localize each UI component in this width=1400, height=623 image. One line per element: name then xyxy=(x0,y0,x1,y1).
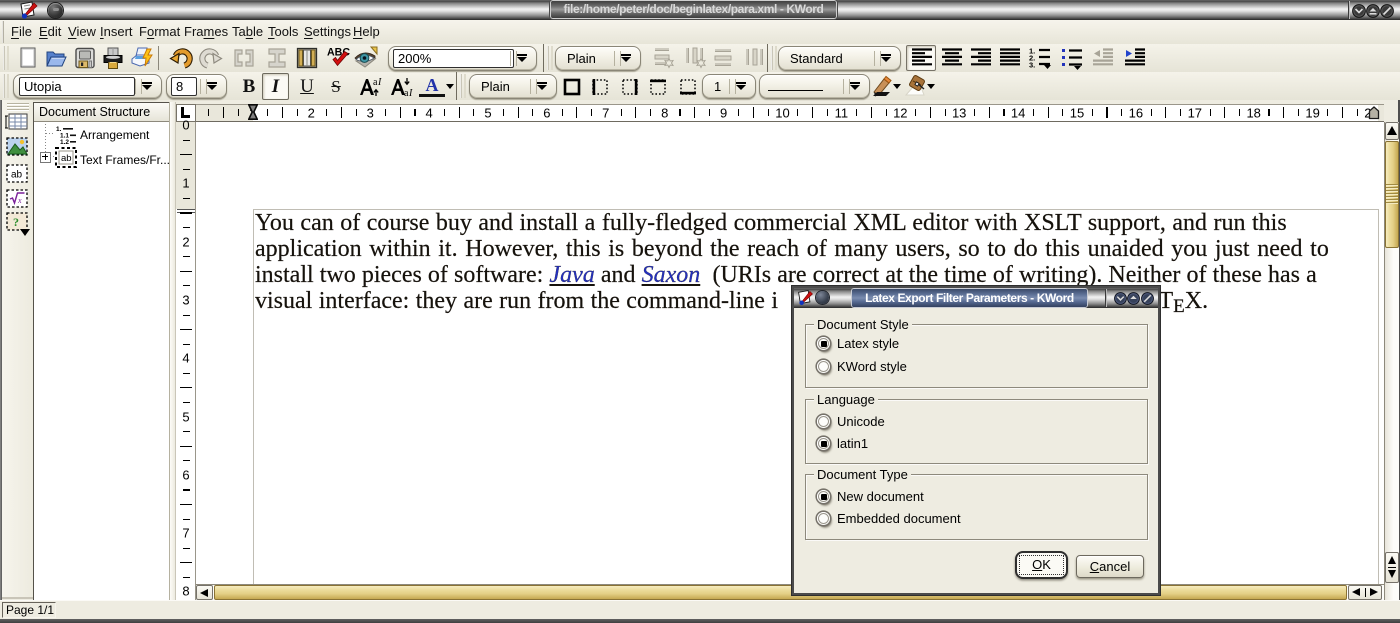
svg-text:1.2: 1.2 xyxy=(60,139,69,144)
svg-text:3.: 3. xyxy=(1029,61,1035,70)
svg-text:x: x xyxy=(17,196,22,205)
svg-text:ab: ab xyxy=(61,153,72,164)
svg-text:I: I xyxy=(408,88,413,99)
svg-text:ab: ab xyxy=(11,170,23,181)
svg-text:?: ? xyxy=(13,215,19,229)
svg-text:I: I xyxy=(377,77,382,88)
